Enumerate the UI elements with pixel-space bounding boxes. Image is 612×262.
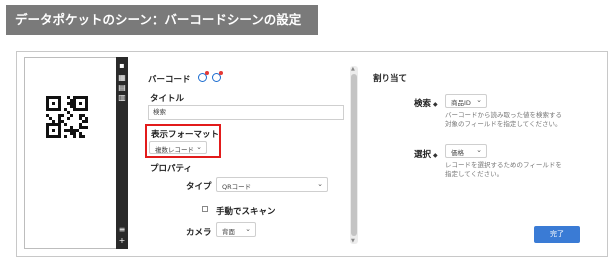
- assignment-section-title: 割り当て: [373, 74, 408, 84]
- type-value: QRコード: [222, 183, 252, 191]
- select-field-select[interactable]: 価格 ⌄: [445, 144, 487, 158]
- copy-icon[interactable]: ▪: [118, 62, 126, 70]
- search-hint-line-2: 対象のフィールドを指定してください。: [445, 120, 562, 128]
- display-format-value: 複数レコード: [155, 146, 194, 154]
- qr-module: [73, 135, 76, 138]
- qr-module: [64, 123, 67, 126]
- qr-module: [85, 120, 88, 123]
- manual-scan-label: 手動でスキャン: [216, 207, 276, 217]
- layout-preview: [24, 57, 128, 249]
- search-field-value: 商品ID: [451, 99, 471, 107]
- qr-module: [70, 105, 73, 108]
- qr-module: [67, 117, 70, 120]
- barcode-section-title: バーコード: [148, 75, 191, 85]
- grid-icon[interactable]: ▦: [118, 74, 126, 82]
- qr-module: [52, 102, 55, 105]
- select-hint-line-2: 指定してください。: [445, 170, 504, 178]
- chevron-down-icon: ⌄: [317, 180, 323, 188]
- search-field-select[interactable]: 商品ID ⌄: [445, 94, 487, 108]
- select-hint-line-1: レコードを選択するためのフィールドを: [445, 161, 562, 169]
- camera-select[interactable]: 背面 ⌄: [216, 222, 256, 237]
- type-label: タイプ: [186, 182, 212, 192]
- qr-module: [70, 114, 73, 117]
- title-input[interactable]: 検索: [148, 105, 344, 120]
- select-field-value: 価格: [451, 149, 464, 157]
- camera-value: 背面: [222, 228, 235, 236]
- select-label-text: 選択: [414, 150, 432, 160]
- qr-module: [82, 135, 85, 138]
- scroll-up-icon[interactable]: ▲: [351, 66, 355, 72]
- qr-module: [52, 129, 55, 132]
- display-format-select[interactable]: 複数レコード ⌄: [149, 141, 207, 154]
- title-label: タイトル: [150, 94, 185, 104]
- search-hint-line-1: バーコードから読み取った値を検索する: [445, 111, 562, 119]
- qr-module: [52, 120, 55, 123]
- qr-module: [61, 114, 64, 117]
- settings-icon[interactable]: [198, 71, 209, 82]
- scroll-down-icon[interactable]: ▼: [351, 238, 355, 244]
- manual-scan-checkbox[interactable]: [202, 206, 208, 212]
- required-mark: ◆: [433, 101, 438, 108]
- chevron-down-icon: ⌄: [476, 146, 482, 154]
- done-button[interactable]: 完了: [534, 226, 580, 243]
- qr-code-image: [46, 96, 88, 138]
- list-icon[interactable]: ▤: [118, 84, 126, 92]
- middle-scrollbar[interactable]: ▲ ▼: [350, 66, 358, 244]
- user-icon[interactable]: [212, 71, 223, 82]
- qr-module: [79, 102, 82, 105]
- select-label: 選択 ◆: [414, 148, 438, 160]
- page-banner: データポケットのシーン：バーコードシーンの設定: [6, 5, 318, 35]
- chevron-down-icon: ⌄: [476, 96, 482, 104]
- chevron-down-icon: ⌄: [245, 225, 251, 233]
- search-label-text: 検索: [414, 99, 432, 109]
- chevron-down-icon: ⌄: [196, 143, 202, 151]
- qr-module: [85, 126, 88, 129]
- qr-module: [64, 135, 67, 138]
- scroll-thumb[interactable]: [351, 74, 357, 236]
- required-mark: ◆: [433, 152, 438, 159]
- properties-label: プロパティ: [150, 164, 192, 174]
- layout-icon[interactable]: ▥: [118, 94, 126, 102]
- type-select[interactable]: QRコード ⌄: [216, 177, 328, 192]
- search-label: 検索 ◆: [414, 97, 438, 109]
- camera-label: カメラ: [186, 228, 212, 238]
- add-icon[interactable]: +: [118, 237, 126, 245]
- menu-icon[interactable]: ≡: [118, 226, 126, 234]
- display-format-label: 表示フォーマット: [151, 130, 220, 140]
